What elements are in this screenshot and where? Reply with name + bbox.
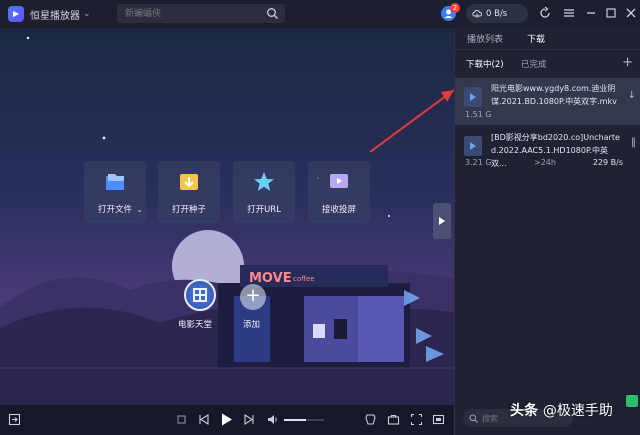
watermark-prefix: 头条 [510,403,538,419]
tab-downloading[interactable]: 下载中(2) [466,58,504,70]
download-arrow-icon[interactable]: ↓ [628,90,636,101]
film-icon[interactable] [184,279,216,311]
background-illustration: MOVE coffee [0,36,454,405]
previous-icon[interactable] [197,413,210,426]
app-logo-icon [8,6,24,22]
search-box [117,4,285,23]
fullscreen-icon[interactable] [432,413,445,426]
search-icon [469,414,478,423]
tab-download[interactable]: 下载 [527,32,545,45]
speed-value: 0 B/s [486,8,508,19]
download-size: 1.51 G [465,110,492,119]
close-icon[interactable] [624,6,638,20]
screenshot-icon[interactable] [410,413,423,426]
play-arrow-icon [439,217,445,225]
download-eta: >24h [534,158,556,167]
minimize-icon[interactable] [584,6,598,20]
receive-cast-label: 接收投屏 [321,205,356,215]
chevron-down-icon[interactable]: ⌄ [136,205,143,214]
folder-icon [106,174,124,190]
open-file-button[interactable]: 打开文件 ⌄ [84,161,146,223]
play-icon[interactable] [219,412,234,427]
add-shortcut-button[interactable]: + [240,284,266,310]
download-sub-tabs: 下载中(2) 已完成 + [455,52,640,76]
volume-level [284,419,306,421]
download-panel: 播放列表 下载 下载中(2) 已完成 + 阳光电影www.ygdy8.com.迪… [454,28,640,435]
watermark: 头条 @极速手助 [510,400,613,420]
tab-playlist[interactable]: 播放列表 [467,32,503,45]
cloud-download-icon [472,9,482,18]
tab-completed[interactable]: 已完成 [521,58,547,70]
video-thumbnail-icon [464,136,482,156]
sign-subtext: coffee [293,275,315,283]
download-item[interactable]: [BD影视分享bd2020.co]Uncharted.2022.AAC5.1.H… [455,127,640,172]
message-badge: 2 [450,3,460,13]
stop-icon[interactable] [175,413,188,426]
settings-icon[interactable] [364,413,377,426]
star-icon [254,172,274,191]
control-bar [0,405,454,435]
download-size: 3.21 G [465,158,492,167]
search-icon[interactable] [266,7,279,20]
film-shortcut-label: 电影天堂 [178,320,213,330]
open-torrent-button[interactable]: 打开种子 [158,161,220,223]
chat-icon[interactable] [626,395,638,407]
open-torrent-label: 打开种子 [171,205,206,215]
pause-icon[interactable]: ‖ [631,137,636,148]
open-url-button[interactable]: 打开URL [233,161,295,223]
exit-icon[interactable] [8,413,21,426]
panel-tabs: 播放列表 下载 [455,28,640,50]
open-url-label: 打开URL [247,205,281,215]
chevron-down-icon[interactable]: ⌄ [83,9,91,19]
toggle-panel-button[interactable] [433,203,451,239]
download-filename: 阳光电影www.ygdy8.com.迪业阴谋.2021.BD.1080P.中英双… [491,84,617,106]
menu-icon[interactable] [562,6,576,20]
download-item[interactable]: 阳光电影www.ygdy8.com.迪业阴谋.2021.BD.1080P.中英双… [455,78,640,125]
maximize-icon[interactable] [604,6,618,20]
receive-cast-button[interactable]: 接收投屏 [308,161,370,223]
search-input[interactable] [125,4,257,23]
cast-icon [330,174,348,188]
app-title[interactable]: 恒星播放器 [30,7,80,22]
add-download-icon[interactable]: + [622,55,633,70]
volume-icon[interactable] [266,413,279,426]
speed-indicator[interactable]: 0 B/s [466,4,528,23]
toolbox-icon[interactable] [387,413,400,426]
player-stage[interactable]: MOVE coffee 打开文件 ⌄ 打开种子 打开URL 接收投屏 电影天堂 … [0,28,454,405]
torrent-icon [180,174,198,190]
add-shortcut-label: 添加 [243,320,261,330]
watermark-handle: @极速手助 [542,403,613,419]
video-thumbnail-icon [464,87,482,107]
download-speed: 229 B/s [592,158,623,167]
next-icon[interactable] [243,413,256,426]
volume-slider[interactable] [284,419,324,421]
refresh-icon[interactable] [538,6,552,20]
